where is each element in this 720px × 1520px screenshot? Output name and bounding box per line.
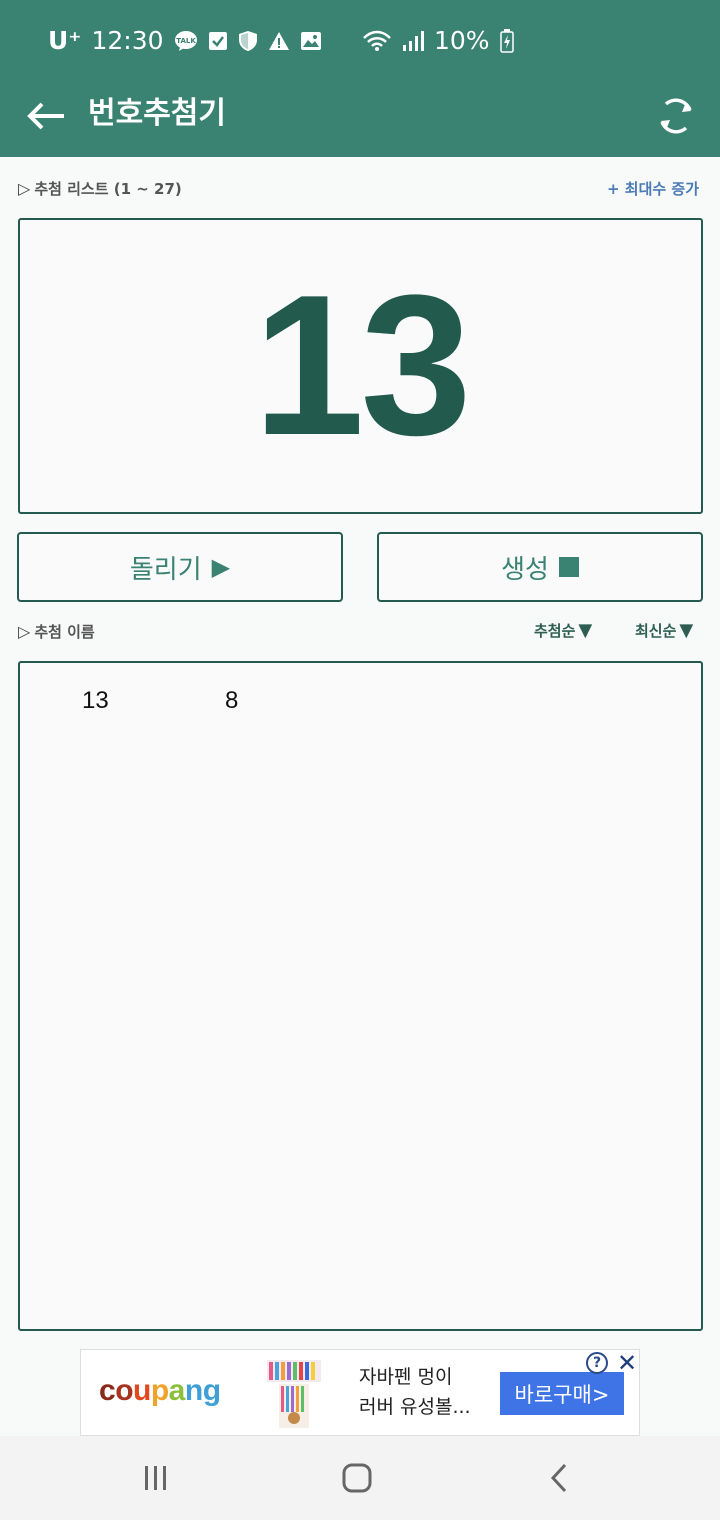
triangle-right-icon: ▷ [18,622,31,641]
nav-back-button[interactable] [537,1458,581,1498]
logo-letter: n [184,1374,203,1407]
ad-banner[interactable]: coupang 자바펜 멍이 러버 유성볼... 바로구매> ? ✕ [80,1349,640,1436]
list-item: 13 [82,687,109,714]
triangle-down-icon: ▼ [679,620,694,641]
logo-letter: u [133,1374,151,1407]
back-button[interactable] [22,92,70,140]
rotate-button-label: 돌리기 [129,554,202,585]
clock: 12:30 [91,26,164,55]
wifi-icon [362,30,392,52]
home-icon [342,1463,372,1493]
current-number: 13 [253,254,471,477]
refresh-button[interactable] [652,92,700,140]
triangle-right-icon: ▷ [18,179,31,198]
refresh-icon [660,98,692,134]
rotate-button[interactable]: 돌리기 ▶ [17,532,343,602]
results-label: ▷ 추첨 이름 [18,621,95,642]
status-bar: U⁺ 12:30 TALK 10% [0,0,720,84]
status-right: 10% [362,26,514,55]
close-icon[interactable]: ✕ [615,1349,639,1377]
draw-list-label-text: 추첨 리스트 (1 ~ 27) [34,180,182,198]
results-list: 13 8 [18,661,703,1331]
stop-icon [558,557,579,577]
sort-by-draw-button[interactable]: 추첨순 ▼ [534,620,592,641]
results-label-text: 추첨 이름 [34,623,95,641]
recent-apps-icon [145,1466,166,1490]
logo-letter: c [99,1374,116,1407]
sort-by-latest-label: 최신순 [635,622,677,640]
logo-letter: p [150,1374,169,1407]
generate-button-label: 생성 [501,554,549,585]
shield-icon [238,30,258,52]
system-nav-bar [0,1436,720,1520]
buy-now-button[interactable]: 바로구매> [500,1372,624,1415]
draw-list-label: ▷ 추첨 리스트 (1 ~ 27) [18,178,182,199]
signal-icon [402,30,424,52]
number-display: 13 [18,218,703,514]
generate-button[interactable]: 생성 [377,532,703,602]
chevron-left-icon [550,1463,567,1493]
logo-letter: o [115,1374,134,1407]
ad-info-icon[interactable]: ? [586,1352,608,1374]
talk-icon: TALK [174,30,198,52]
play-icon: ▶ [211,553,231,581]
battery-charging-icon [499,28,514,53]
app-bar: 번호추첨기 [0,84,720,157]
ad-line-1: 자바펜 멍이 [359,1366,453,1388]
coupang-logo: coupang [99,1374,221,1408]
sort-by-draw-label: 추첨순 [534,622,576,640]
home-button[interactable] [335,1458,379,1498]
check-icon [208,31,228,51]
logo-letter: a [168,1374,186,1407]
image-icon [300,31,322,51]
logo-letter: g [202,1374,221,1407]
svg-text:TALK: TALK [176,37,196,45]
arrow-left-icon [27,102,64,130]
carrier-label: U⁺ [48,26,82,55]
list-item: 8 [225,687,239,714]
triangle-down-icon: ▼ [578,620,593,641]
ad-text: 자바펜 멍이 러버 유성볼... [359,1362,471,1422]
increase-max-button[interactable]: + 최대수 증가 [607,178,699,199]
sort-by-latest-button[interactable]: 최신순 ▼ [635,620,693,641]
page-title: 번호추첨기 [88,96,226,131]
warning-icon [268,31,290,51]
status-left: U⁺ 12:30 TALK [48,26,322,55]
product-image [267,1358,321,1430]
battery-percent: 10% [434,26,490,55]
ad-line-2: 러버 유성볼... [359,1396,471,1418]
recent-apps-button[interactable] [134,1458,178,1498]
